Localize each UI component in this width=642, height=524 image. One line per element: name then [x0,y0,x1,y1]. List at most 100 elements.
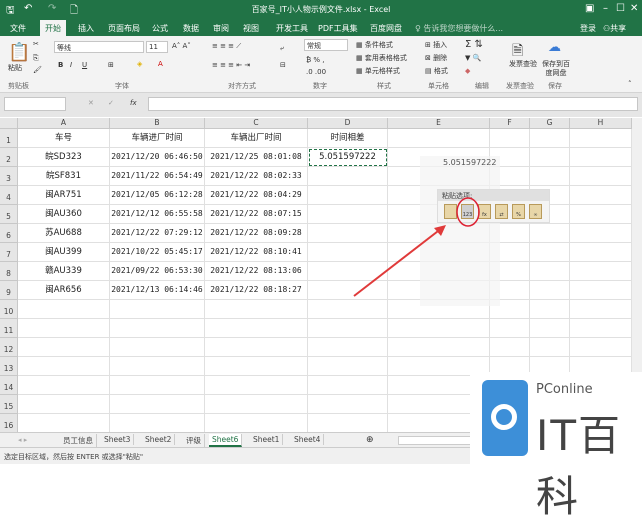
cell[interactable]: 5.051597222 [308,148,388,167]
cell[interactable] [530,129,570,148]
fill-color-icon[interactable]: ◈ [137,60,142,68]
row-header[interactable]: 16 [0,414,18,433]
currency-percent-icon[interactable]: ₿ % , [306,56,325,64]
column-header[interactable]: D [308,118,388,129]
row-header[interactable]: 11 [0,319,18,338]
save-to-baidu-button[interactable]: 保存到百度网盘 [540,60,572,78]
close-button[interactable]: ✕ [630,3,638,14]
number-format-select[interactable]: 常规 [304,39,348,51]
font-color-icon[interactable]: A [158,60,163,68]
font-name-select[interactable]: 等线 [54,41,144,53]
tab-insert[interactable]: 插入 [78,23,94,34]
cell[interactable] [18,319,110,338]
sheet-tab[interactable]: Sheet6 [209,434,243,447]
cut-icon[interactable]: ✂ [33,40,39,48]
invoice-check-button[interactable]: 发票查验 [508,60,538,69]
cell[interactable] [308,376,388,395]
row-header[interactable]: 10 [0,300,18,319]
tab-developer[interactable]: 开发工具 [276,23,308,34]
cell[interactable] [110,319,205,338]
row-header[interactable]: 15 [0,395,18,414]
cell-style-button[interactable]: ▦ 单元格样式 [356,66,400,76]
cell[interactable] [308,357,388,376]
cell[interactable]: 车辆出厂时间 [205,129,308,148]
row-header[interactable]: 5 [0,205,18,224]
paste-icon[interactable]: 📋 [8,42,30,63]
cell[interactable] [570,205,632,224]
cell[interactable] [205,395,308,414]
cell[interactable] [205,300,308,319]
column-header[interactable]: E [388,118,490,129]
cell[interactable] [530,224,570,243]
select-all-corner[interactable] [0,118,18,129]
row-header[interactable]: 8 [0,262,18,281]
tab-file[interactable]: 文件 [10,23,26,34]
cell[interactable]: 2021/12/22 07:29:12 [110,224,205,243]
cell[interactable] [570,262,632,281]
grow-font-icon[interactable]: A˄ A˅ [172,42,191,50]
cell[interactable]: 2021/12/22 08:07:15 [205,205,308,224]
cell[interactable] [530,167,570,186]
paste-link-icon[interactable]: ∞ [529,204,542,219]
cell[interactable] [570,300,632,319]
underline-button[interactable]: U [82,61,87,69]
row-header[interactable]: 9 [0,281,18,300]
cell[interactable] [205,357,308,376]
cell[interactable] [570,243,632,262]
delete-cells-button[interactable]: ⊠ 删除 [425,53,447,63]
cell[interactable] [308,414,388,433]
cell[interactable] [18,300,110,319]
cell[interactable]: 车号 [18,129,110,148]
cell[interactable] [205,338,308,357]
border-icon[interactable]: ⊞ [108,61,114,69]
paste-transpose-icon[interactable]: ⇄ [495,204,508,219]
cell[interactable] [530,300,570,319]
font-size-select[interactable]: 11 [146,41,168,53]
baidu-cloud-icon[interactable]: ☁ [548,40,561,55]
tab-baidu-pan[interactable]: 百度网盘 [370,23,402,34]
cell[interactable] [490,319,530,338]
login-link[interactable]: 登录 [580,23,596,34]
sheet-tab[interactable]: Sheet3 [101,434,135,445]
paste-formatting-icon[interactable]: % [512,204,525,219]
cell[interactable] [18,376,110,395]
cell[interactable]: 2021/12/22 08:13:06 [205,262,308,281]
cell[interactable] [308,319,388,338]
column-header[interactable]: H [570,118,632,129]
cell[interactable] [490,338,530,357]
cell[interactable] [308,167,388,186]
cell[interactable] [110,300,205,319]
decimal-icon[interactable]: .0 .00 [306,68,326,76]
cell[interactable]: 2021/12/13 06:14:46 [110,281,205,300]
column-header[interactable]: G [530,118,570,129]
clear-icon[interactable]: ◆ [465,67,470,75]
cell[interactable] [570,224,632,243]
cell[interactable]: 2021/12/05 06:12:28 [110,186,205,205]
cell[interactable] [570,129,632,148]
add-sheet-button[interactable]: ⊕ [366,435,374,445]
row-header[interactable]: 4 [0,186,18,205]
cell[interactable]: 2021/12/22 08:04:29 [205,186,308,205]
ribbon-display-icon[interactable]: ▣ [585,3,594,14]
row-header[interactable]: 2 [0,148,18,167]
cell[interactable] [308,300,388,319]
merge-center-icon[interactable]: ⊟ [280,61,286,69]
enter-icon[interactable]: ✓ [108,99,114,107]
column-header[interactable]: C [205,118,308,129]
copy-icon[interactable]: ⎘ [33,54,39,63]
align-top-icon[interactable]: ≡ ≡ ≡ ⟋ [212,42,241,51]
format-cells-button[interactable]: ▤ 格式 [425,66,448,76]
sheet-tab[interactable]: Sheet1 [250,434,284,445]
row-header[interactable]: 12 [0,338,18,357]
tab-pdf-tools[interactable]: PDF工具集 [318,23,358,34]
cell[interactable] [18,414,110,433]
maximize-button[interactable]: ☐ [616,3,625,14]
cell[interactable]: 闽AU360 [18,205,110,224]
bold-button[interactable]: B [58,61,63,69]
cell[interactable]: 2021/12/22 08:18:27 [205,281,308,300]
cell[interactable] [110,338,205,357]
cell[interactable] [205,414,308,433]
cell[interactable] [530,262,570,281]
cell[interactable]: 2021/11/22 06:54:49 [110,167,205,186]
wrap-text-icon[interactable]: ⤶ [280,44,284,53]
